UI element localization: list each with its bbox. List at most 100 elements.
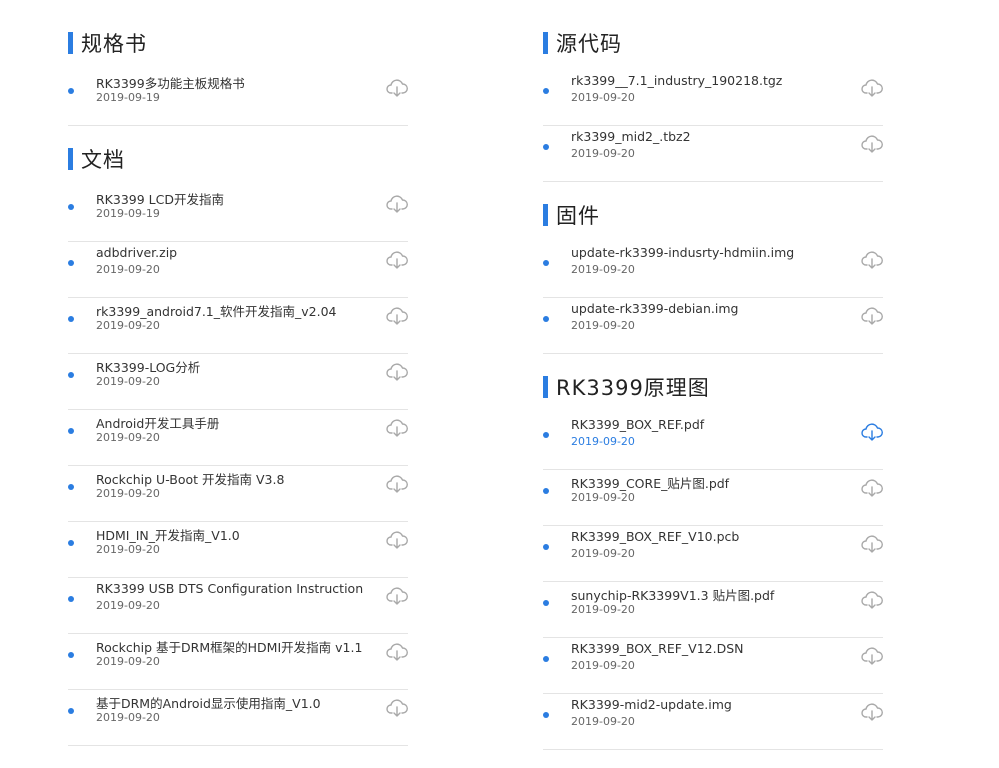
file-list-item[interactable]: RK3399_BOX_REF_V12.DSN 2019-09-20: [543, 638, 883, 694]
file-list-item[interactable]: rk3399_android7.1_软件开发指南_v2.04 2019-09-2…: [68, 298, 408, 354]
file-list-item[interactable]: rk3399_mid2_.tbz2 2019-09-20: [543, 126, 883, 182]
section-header: 源代码: [543, 28, 883, 58]
file-name-link[interactable]: update-rk3399-indusrty-hdmiin.img: [571, 245, 794, 260]
file-date: 2019-09-20: [571, 603, 635, 616]
cloud-download-icon[interactable]: [861, 422, 883, 442]
cloud-download-icon[interactable]: [386, 418, 408, 438]
file-date: 2019-09-20: [96, 263, 160, 276]
cloud-download-icon[interactable]: [861, 478, 883, 498]
cloud-download-icon[interactable]: [386, 194, 408, 214]
file-name-link[interactable]: RK3399_BOX_REF.pdf: [571, 417, 704, 432]
file-name-link[interactable]: RK3399_BOX_REF_V12.DSN: [571, 641, 744, 656]
file-name-link[interactable]: RK3399-LOG分析: [96, 357, 200, 376]
download-section: 规格书 RK3399多功能主板规格书 2019-09-19: [68, 28, 408, 126]
section-title: 文档: [81, 148, 125, 172]
cloud-download-icon[interactable]: [861, 702, 883, 722]
file-list-item[interactable]: RK3399_CORE_贴片图.pdf 2019-09-20: [543, 470, 883, 526]
dot-icon: [68, 372, 74, 378]
cloud-download-icon[interactable]: [861, 646, 883, 666]
dot-icon: [68, 428, 74, 434]
cloud-download-icon[interactable]: [386, 250, 408, 270]
file-name-link[interactable]: RK3399-mid2-update.img: [571, 697, 732, 712]
download-section: 固件 update-rk3399-indusrty-hdmiin.img 201…: [543, 200, 883, 354]
dot-icon: [543, 656, 549, 662]
section-title: 源代码: [556, 32, 622, 56]
cloud-download-icon[interactable]: [386, 698, 408, 718]
file-list-item[interactable]: Android开发工具手册 2019-09-20: [68, 410, 408, 466]
dot-icon: [68, 484, 74, 490]
dot-icon: [68, 596, 74, 602]
file-list-item[interactable]: RK3399 USB DTS Configuration Instruction…: [68, 578, 408, 634]
cloud-download-icon[interactable]: [861, 306, 883, 326]
file-list-item[interactable]: adbdriver.zip 2019-09-20: [68, 242, 408, 298]
file-list-item[interactable]: RK3399_BOX_REF_V10.pcb 2019-09-20: [543, 526, 883, 582]
file-name-link[interactable]: Rockchip U-Boot 开发指南 V3.8: [96, 469, 284, 488]
file-list-item[interactable]: update-rk3399-indusrty-hdmiin.img 2019-0…: [543, 242, 883, 298]
dot-icon: [543, 88, 549, 94]
section-accent-bar: [68, 148, 73, 170]
file-name-link[interactable]: rk3399__7.1_industry_190218.tgz: [571, 73, 782, 88]
file-list-item[interactable]: RK3399_BOX_REF.pdf 2019-09-20: [543, 414, 883, 470]
section-header: 规格书: [68, 28, 408, 58]
section-title: 规格书: [81, 32, 147, 56]
file-list: update-rk3399-indusrty-hdmiin.img 2019-0…: [543, 242, 883, 354]
cloud-download-icon[interactable]: [386, 306, 408, 326]
file-name-link[interactable]: adbdriver.zip: [96, 245, 177, 260]
file-list-item[interactable]: 基于DRM的Android显示使用指南_V1.0 2019-09-20: [68, 690, 408, 746]
file-name-link[interactable]: Rockchip 基于DRM框架的HDMI开发指南 v1.1: [96, 637, 362, 656]
file-list-item[interactable]: update-rk3399-debian.img 2019-09-20: [543, 298, 883, 354]
file-list-item[interactable]: Rockchip 基于DRM框架的HDMI开发指南 v1.1 2019-09-2…: [68, 634, 408, 690]
cloud-download-icon[interactable]: [386, 586, 408, 606]
section-accent-bar: [543, 376, 548, 398]
file-list-item[interactable]: RK3399 LCD开发指南 2019-09-19: [68, 186, 408, 242]
cloud-download-icon[interactable]: [861, 134, 883, 154]
cloud-download-icon[interactable]: [386, 362, 408, 382]
file-date: 2019-09-20: [96, 319, 160, 332]
file-name-link[interactable]: RK3399多功能主板规格书: [96, 73, 245, 92]
file-name-link[interactable]: RK3399_CORE_贴片图.pdf: [571, 473, 729, 492]
cloud-download-icon[interactable]: [861, 590, 883, 610]
file-name-link[interactable]: update-rk3399-debian.img: [571, 301, 738, 316]
dot-icon: [68, 652, 74, 658]
file-date: 2019-09-20: [96, 543, 160, 556]
file-list-item[interactable]: RK3399-LOG分析 2019-09-20: [68, 354, 408, 410]
file-list-item[interactable]: RK3399多功能主板规格书 2019-09-19: [68, 70, 408, 126]
file-name-link[interactable]: rk3399_mid2_.tbz2: [571, 129, 691, 144]
file-name-link[interactable]: RK3399 USB DTS Configuration Instruction: [96, 581, 363, 596]
file-name-link[interactable]: sunychip-RK3399V1.3 贴片图.pdf: [571, 585, 774, 604]
file-date: 2019-09-19: [96, 91, 160, 104]
dot-icon: [68, 316, 74, 322]
section-accent-bar: [543, 32, 548, 54]
file-list-item[interactable]: rk3399__7.1_industry_190218.tgz 2019-09-…: [543, 70, 883, 126]
dot-icon: [68, 88, 74, 94]
dot-icon: [543, 432, 549, 438]
file-name-link[interactable]: RK3399 LCD开发指南: [96, 189, 224, 208]
file-date: 2019-09-20: [571, 147, 635, 160]
file-list: RK3399 LCD开发指南 2019-09-19 adbdriver.zip …: [68, 186, 408, 746]
cloud-download-icon[interactable]: [386, 530, 408, 550]
cloud-download-icon[interactable]: [861, 534, 883, 554]
file-list-item[interactable]: Rockchip U-Boot 开发指南 V3.8 2019-09-20: [68, 466, 408, 522]
file-list: RK3399多功能主板规格书 2019-09-19: [68, 70, 408, 126]
file-date: 2019-09-19: [96, 207, 160, 220]
file-list-item[interactable]: sunychip-RK3399V1.3 贴片图.pdf 2019-09-20: [543, 582, 883, 638]
file-name-link[interactable]: Android开发工具手册: [96, 413, 219, 432]
file-date: 2019-09-20: [96, 487, 160, 500]
section-title: 固件: [556, 204, 600, 228]
cloud-download-icon[interactable]: [861, 250, 883, 270]
file-list-item[interactable]: HDMI_IN_开发指南_V1.0 2019-09-20: [68, 522, 408, 578]
cloud-download-icon[interactable]: [386, 642, 408, 662]
file-name-link[interactable]: HDMI_IN_开发指南_V1.0: [96, 525, 240, 544]
file-name-link[interactable]: 基于DRM的Android显示使用指南_V1.0: [96, 693, 321, 712]
section-header: 文档: [68, 144, 408, 174]
file-name-link[interactable]: RK3399_BOX_REF_V10.pcb: [571, 529, 739, 544]
file-list-item[interactable]: RK3399-mid2-update.img 2019-09-20: [543, 694, 883, 750]
cloud-download-icon[interactable]: [386, 474, 408, 494]
file-date: 2019-09-20: [571, 263, 635, 276]
file-name-link[interactable]: rk3399_android7.1_软件开发指南_v2.04: [96, 301, 337, 320]
file-date: 2019-09-20: [571, 715, 635, 728]
cloud-download-icon[interactable]: [861, 78, 883, 98]
cloud-download-icon[interactable]: [386, 78, 408, 98]
section-header: 固件: [543, 200, 883, 230]
file-date: 2019-09-20: [96, 599, 160, 612]
